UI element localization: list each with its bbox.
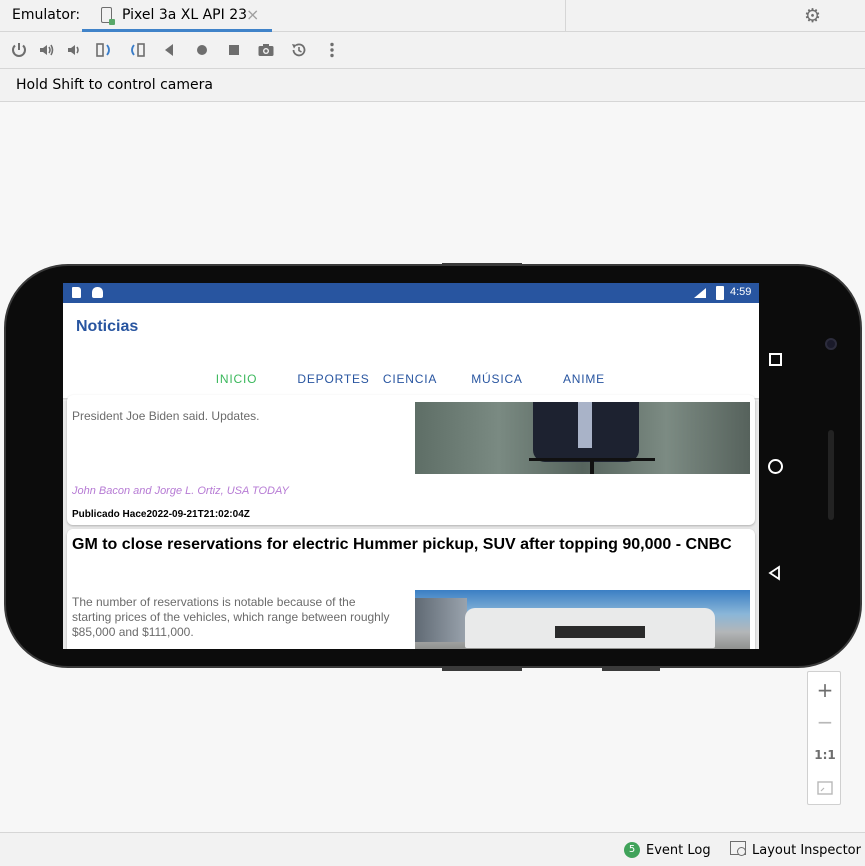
square-icon	[768, 352, 782, 366]
sd-card-icon	[72, 287, 81, 298]
close-icon[interactable]: ×	[246, 5, 259, 24]
phone-button	[602, 668, 660, 671]
camera-hint-bar: Hold Shift to control camera	[0, 70, 865, 102]
phone-screen: 4:59 Noticias INICIO DEPORTES CIENCIA MÚ…	[63, 283, 759, 649]
event-log-badge: 5	[624, 842, 640, 858]
gear-icon[interactable]: ⚙	[804, 5, 821, 27]
news-feed[interactable]: President Joe Biden said. Updates. John …	[63, 395, 759, 649]
signal-icon	[694, 288, 706, 298]
ide-status-bar: 5 Event Log Layout Inspector	[0, 832, 865, 866]
nav-back-button[interactable]	[763, 561, 787, 585]
status-time: 4:59	[730, 286, 752, 298]
zoom-out-button[interactable]: −	[808, 710, 842, 734]
overview-icon[interactable]	[223, 39, 245, 61]
app-title: Noticias	[76, 318, 139, 335]
power-icon[interactable]	[8, 39, 30, 61]
phone-button	[442, 668, 522, 671]
layout-inspector-button[interactable]: Layout Inspector	[752, 843, 861, 858]
rotate-right-icon[interactable]	[126, 39, 148, 61]
volume-up-icon[interactable]	[36, 39, 58, 61]
phone-device-icon	[101, 7, 115, 25]
front-camera	[825, 338, 837, 350]
fit-screen-icon[interactable]	[808, 780, 842, 799]
phone-speaker	[828, 430, 834, 520]
circle-icon	[767, 458, 783, 474]
app-bar: Noticias INICIO DEPORTES CIENCIA MÚSICA …	[63, 303, 759, 400]
status-bar: 4:59	[63, 283, 759, 303]
screenshot-icon[interactable]	[255, 39, 277, 61]
android-icon	[92, 287, 103, 298]
divider	[565, 0, 566, 32]
emulator-tab-bar: Emulator: Pixel 3a XL API 23 × ⚙	[0, 0, 865, 32]
emulator-label: Emulator:	[12, 7, 81, 23]
news-image	[415, 402, 750, 474]
zoom-actual-size-button[interactable]: 1:1	[808, 748, 842, 762]
nav-home-button[interactable]	[763, 454, 787, 478]
back-icon[interactable]	[158, 39, 180, 61]
news-card[interactable]: GM to close reservations for electric Hu…	[67, 529, 755, 649]
triangle-back-icon	[768, 565, 780, 581]
rotate-left-icon[interactable]	[93, 39, 115, 61]
news-card[interactable]: President Joe Biden said. Updates. John …	[67, 395, 755, 525]
device-tab-label: Pixel 3a XL API 23	[122, 7, 248, 23]
event-log-button[interactable]: Event Log	[646, 843, 711, 858]
more-icon[interactable]	[321, 39, 343, 61]
emulator-toolbar	[0, 33, 865, 69]
news-description: The number of reservations is notable be…	[72, 595, 390, 639]
snapshot-icon[interactable]	[288, 39, 310, 61]
news-author: John Bacon and Jorge L. Ortiz, USA TODAY	[72, 485, 289, 497]
phone-button	[442, 263, 522, 266]
battery-icon	[716, 286, 724, 300]
nav-overview-button[interactable]	[763, 347, 787, 371]
volume-down-icon[interactable]	[63, 39, 85, 61]
layout-inspector-icon	[730, 841, 746, 856]
news-description: President Joe Biden said. Updates.	[72, 409, 260, 423]
zoom-controls: + − 1:1	[807, 671, 841, 805]
zoom-in-button[interactable]: +	[808, 678, 842, 702]
news-headline: GM to close reservations for electric Hu…	[72, 536, 732, 553]
news-image	[415, 590, 750, 649]
camera-hint-text: Hold Shift to control camera	[16, 77, 213, 93]
home-icon[interactable]	[191, 39, 213, 61]
news-published: Publicado Hace2022-09-21T21:02:04Z	[72, 509, 250, 520]
device-tab[interactable]: Pixel 3a XL API 23 ×	[82, 0, 272, 32]
